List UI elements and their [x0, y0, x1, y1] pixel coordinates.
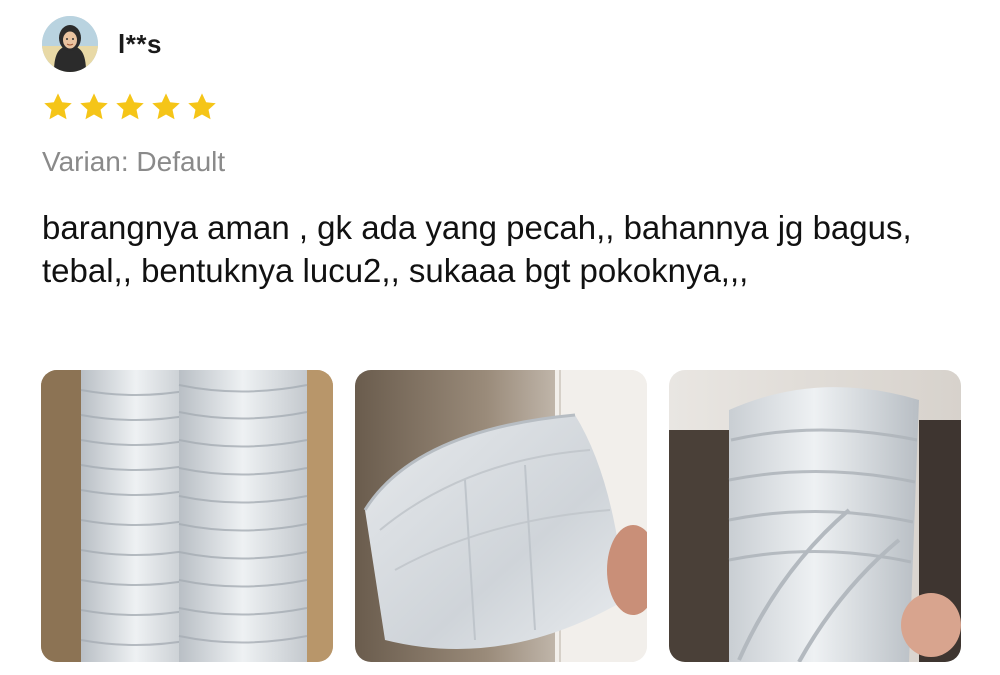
star-icon: [42, 91, 74, 123]
stacked-plastic-pots-photo: [41, 370, 333, 662]
avatar-icon: [42, 16, 98, 72]
star-icon: [78, 91, 110, 123]
review-photo-2[interactable]: [355, 370, 647, 662]
reviewer-name: l**s: [118, 28, 162, 59]
reviewer-avatar[interactable]: [42, 16, 98, 72]
star-icon: [150, 91, 182, 123]
review-text: barangnya aman , gk ada yang pecah,, bah…: [42, 209, 912, 289]
star-icon: [186, 91, 218, 123]
plastic-pot-closeup-photo: [669, 370, 961, 662]
review-card: l**s Varian: Default barangnya aman , gk…: [0, 0, 1000, 675]
plastic-pot-in-hand-photo: [355, 370, 647, 662]
review-header: l**s: [42, 16, 162, 72]
star-icon: [114, 91, 146, 123]
review-photo-1[interactable]: [41, 370, 333, 662]
review-photos: [41, 370, 961, 662]
star-rating: [42, 91, 218, 123]
variant-label: Varian: Default: [42, 146, 226, 177]
review-photo-3[interactable]: [669, 370, 961, 662]
